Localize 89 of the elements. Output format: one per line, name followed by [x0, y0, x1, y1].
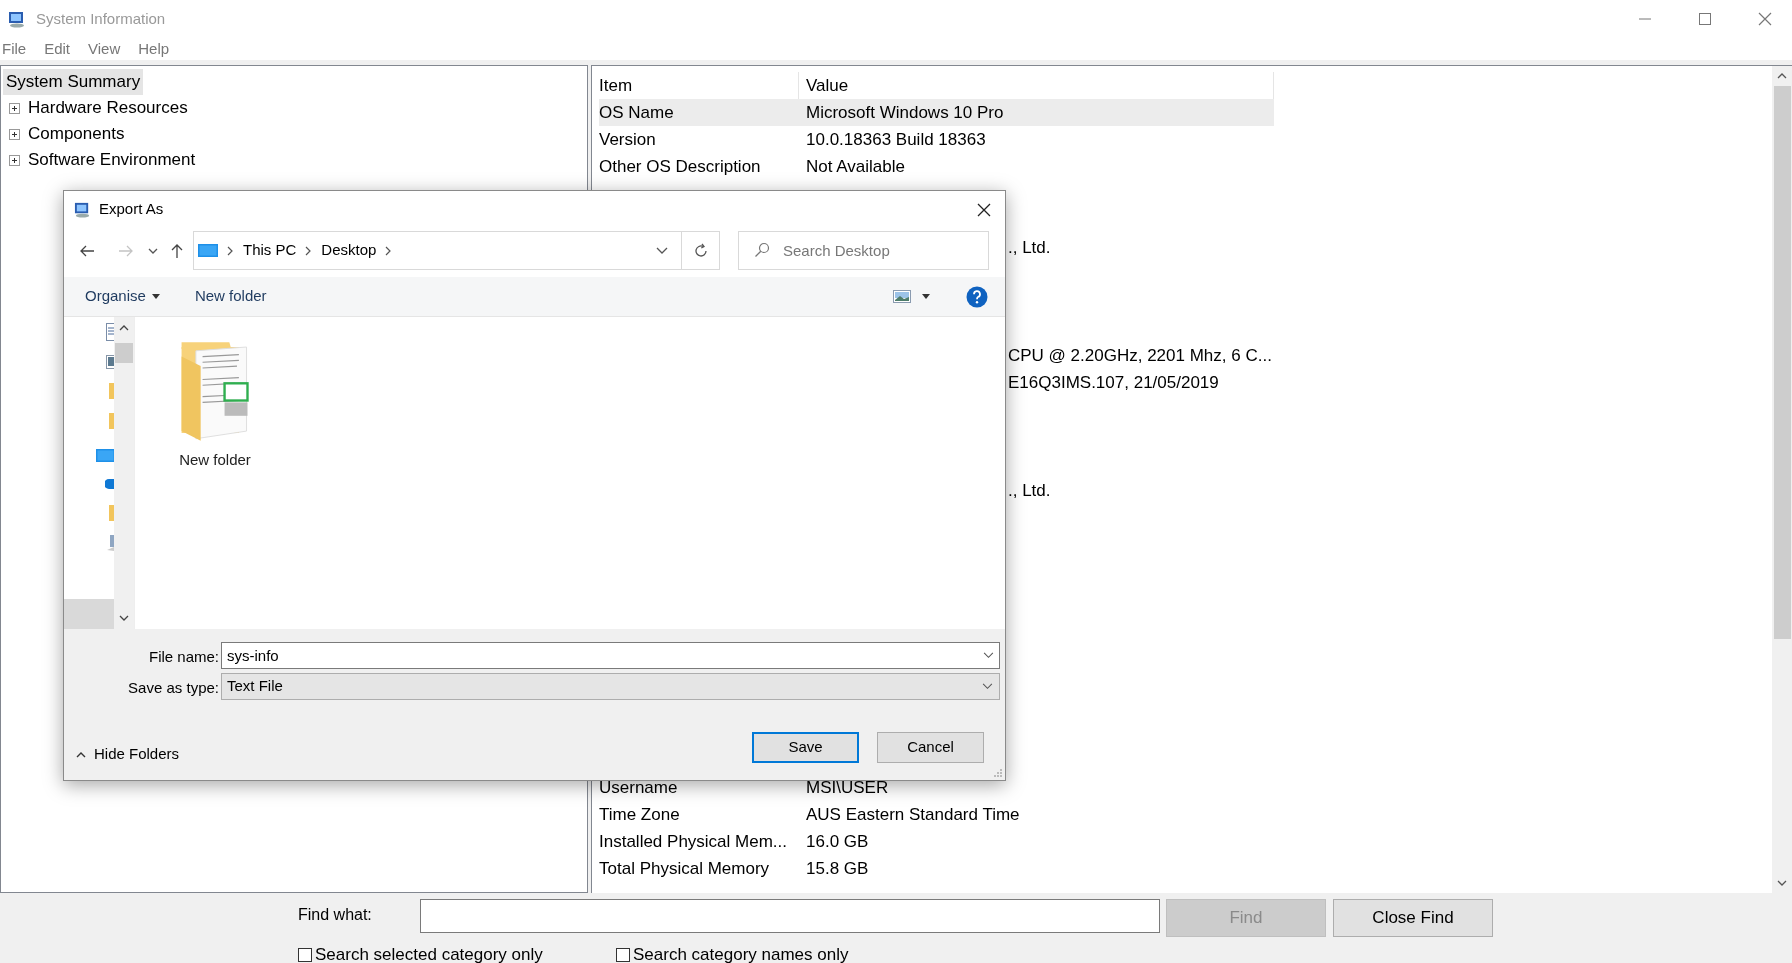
document-icon[interactable] — [106, 323, 114, 341]
menu-item[interactable]: Edit — [44, 37, 71, 61]
table-row[interactable]: Version 10.0.18363 Build 18363 — [599, 126, 1274, 153]
checkbox-label[interactable]: Search category names only — [633, 942, 849, 963]
table-cell-text: Installed Physical Mem... — [599, 830, 788, 853]
window-title: System Information — [36, 8, 166, 29]
table-row[interactable]: Time Zone AUS Eastern Standard Time — [599, 801, 1274, 828]
caret-icon[interactable] — [922, 294, 930, 299]
table-cell-text: ., Ltd. — [1008, 236, 1051, 259]
table-cell-text: Not Available — [805, 155, 905, 178]
app-icon — [8, 10, 26, 28]
table-cell-text: 15.8 GB — [805, 857, 869, 880]
refresh-button[interactable] — [682, 231, 720, 270]
table-cell-text: CPU @ 2.20GHz, 2201 Mhz, 6 C... — [1008, 344, 1272, 367]
breadcrumb-item[interactable]: This PC — [243, 239, 297, 262]
new-folder-button[interactable]: New folder — [194, 285, 267, 308]
menu-item[interactable]: File — [2, 37, 27, 61]
table-cell-text: MSI\USER — [805, 776, 889, 799]
table-cell-text: E16Q3IMS.107, 21/05/2019 — [1008, 371, 1219, 394]
scroll-up-icon[interactable] — [1777, 71, 1787, 81]
maximize-icon[interactable] — [1698, 12, 1712, 26]
app-icon — [74, 201, 91, 218]
scrollbar[interactable] — [114, 317, 134, 629]
find-button[interactable]: Close Find — [1333, 899, 1493, 937]
expand-icon[interactable] — [9, 102, 20, 114]
table-row[interactable]: Total Physical Memory 15.8 GB — [599, 855, 1274, 882]
search-icon — [754, 242, 770, 258]
scroll-up-icon[interactable] — [119, 323, 129, 333]
field-label: File name: — [148, 647, 219, 667]
organise-button[interactable]: Organise — [85, 285, 160, 308]
breadcrumb-item[interactable]: Desktop — [321, 239, 377, 262]
view-icon[interactable] — [893, 290, 911, 303]
tree-item[interactable]: Hardware Resources — [25, 95, 191, 121]
save-type-dropdown[interactable]: Text File — [221, 673, 1000, 700]
chevron-up-icon — [76, 750, 86, 758]
table-row[interactable]: OS Name Microsoft Windows 10 Pro — [599, 99, 1274, 126]
table-cell-text: Version — [599, 128, 657, 151]
refresh-icon — [692, 242, 709, 259]
file-name-field[interactable]: sys-info — [221, 642, 1000, 669]
table-row[interactable]: Installed Physical Mem... 16.0 GB — [599, 828, 1274, 855]
table-cell-text: Microsoft Windows 10 Pro — [805, 101, 1004, 124]
dialog-button[interactable]: Cancel — [877, 732, 984, 763]
table-cell-text: 10.0.18363 Build 18363 — [805, 128, 986, 151]
monitor-icon — [198, 243, 218, 258]
hide-folders-button[interactable]: Hide Folders — [76, 743, 180, 766]
field-label: Find what: — [298, 905, 372, 925]
scrollbar[interactable] — [1772, 66, 1792, 893]
expand-icon[interactable] — [9, 154, 20, 166]
chevron-right-icon[interactable] — [227, 245, 233, 256]
search-field[interactable] — [420, 899, 1160, 933]
navigation-pane[interactable] — [64, 317, 114, 629]
field-label: Save as type: — [128, 678, 219, 698]
checkbox-label[interactable]: Search selected category only — [315, 942, 543, 963]
table-row[interactable]: Other OS Description Not Available — [599, 153, 1274, 180]
caret-icon — [151, 294, 160, 299]
table-cell-text: 16.0 GB — [805, 830, 869, 853]
dropdown-icon[interactable] — [983, 652, 994, 659]
file-name[interactable]: New folder — [179, 449, 251, 472]
chevron-right-icon[interactable] — [385, 245, 392, 256]
menu-item[interactable]: Help — [138, 37, 170, 61]
close-icon[interactable] — [977, 202, 991, 217]
up-icon[interactable] — [170, 242, 184, 259]
tree-item[interactable]: System Summary — [3, 69, 144, 95]
table-cell-text: ., Ltd. — [1008, 479, 1051, 502]
menu-item[interactable]: View — [88, 37, 121, 61]
tree-item[interactable]: Software Environment — [25, 147, 199, 173]
table-cell-text: Username — [599, 776, 679, 799]
scrollbar-thumb[interactable] — [1773, 86, 1791, 639]
tree-item[interactable]: Components — [25, 121, 128, 147]
dialog-title: Export As — [99, 199, 164, 220]
scroll-down-icon[interactable] — [1777, 878, 1787, 888]
table-cell-text: AUS Eastern Standard Time — [805, 803, 1020, 826]
table-cell-text: Other OS Description — [599, 155, 762, 178]
chevron-right-icon[interactable] — [305, 245, 312, 256]
table-cell-text: OS Name — [599, 101, 675, 124]
help-icon[interactable] — [966, 285, 988, 308]
checkbox[interactable] — [616, 947, 630, 962]
dialog-button[interactable]: Save — [752, 732, 859, 763]
resize-grip-icon[interactable] — [993, 768, 1003, 778]
expand-icon[interactable] — [9, 128, 20, 140]
scrollbar-thumb[interactable] — [115, 343, 133, 363]
scroll-down-icon[interactable] — [119, 613, 129, 623]
checkbox[interactable] — [298, 947, 312, 962]
dropdown-icon[interactable] — [982, 683, 993, 690]
address-bar[interactable]: This PC Desktop — [193, 231, 682, 270]
table-cell-text: Time Zone — [599, 803, 681, 826]
back-icon[interactable] — [79, 243, 95, 258]
table-cell-text: Total Physical Memory — [599, 857, 771, 880]
dropdown-icon[interactable] — [656, 246, 668, 255]
